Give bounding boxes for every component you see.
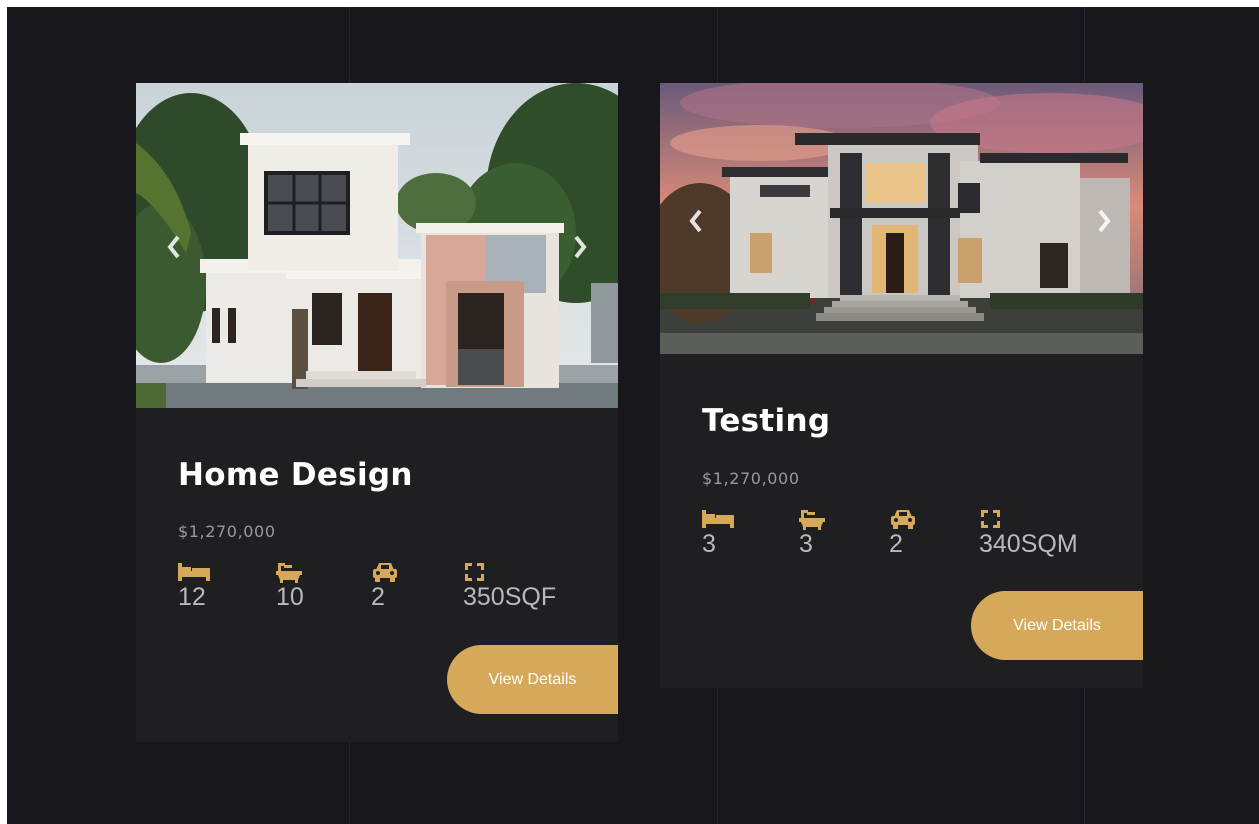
listings-section: Home Design $1,270,000 12 10 2 350SQF Vi… xyxy=(7,7,1259,824)
carousel-prev-button[interactable] xyxy=(162,227,186,267)
property-photo xyxy=(136,83,618,408)
spec-bathrooms: 3 xyxy=(799,508,831,558)
bathrooms-value: 3 xyxy=(799,530,813,558)
bed-icon xyxy=(178,561,210,583)
bathrooms-value: 10 xyxy=(276,583,304,611)
view-details-button[interactable]: View Details xyxy=(447,645,618,714)
property-photo-carousel xyxy=(660,83,1143,354)
property-title: Home Design xyxy=(178,457,413,493)
property-card-home-design: Home Design $1,270,000 12 10 2 350SQF Vi… xyxy=(136,83,618,742)
spec-bathrooms: 10 xyxy=(276,561,308,611)
chevron-right-icon xyxy=(574,235,587,259)
property-photo xyxy=(660,83,1143,354)
carousel-prev-button[interactable] xyxy=(684,201,708,241)
bed-icon xyxy=(702,508,734,530)
chevron-left-icon xyxy=(689,209,702,233)
spec-garage: 2 xyxy=(371,561,403,611)
car-icon xyxy=(889,508,921,530)
garage-value: 2 xyxy=(889,530,903,558)
area-value: 350SQF xyxy=(463,583,557,611)
bathtub-icon xyxy=(799,508,831,530)
spec-area: 340SQM xyxy=(979,508,1078,558)
chevron-right-icon xyxy=(1098,209,1111,233)
spec-bedrooms: 12 xyxy=(178,561,210,611)
carousel-next-button[interactable] xyxy=(568,227,592,267)
property-photo-carousel xyxy=(136,83,618,408)
property-title: Testing xyxy=(702,403,831,439)
carousel-next-button[interactable] xyxy=(1092,201,1116,241)
property-price: $1,270,000 xyxy=(702,469,800,488)
area-expand-icon xyxy=(463,561,495,583)
spec-garage: 2 xyxy=(889,508,921,558)
spec-bedrooms: 3 xyxy=(702,508,734,558)
bedrooms-value: 12 xyxy=(178,583,206,611)
bathtub-icon xyxy=(276,561,308,583)
property-card-testing: Testing $1,270,000 3 3 2 340SQM View Det… xyxy=(660,83,1143,688)
view-details-button[interactable]: View Details xyxy=(971,591,1143,660)
bedrooms-value: 3 xyxy=(702,530,716,558)
area-value: 340SQM xyxy=(979,530,1078,558)
spec-area: 350SQF xyxy=(463,561,557,611)
property-price: $1,270,000 xyxy=(178,522,276,541)
area-expand-icon xyxy=(979,508,1011,530)
garage-value: 2 xyxy=(371,583,385,611)
chevron-left-icon xyxy=(167,235,180,259)
car-icon xyxy=(371,561,403,583)
